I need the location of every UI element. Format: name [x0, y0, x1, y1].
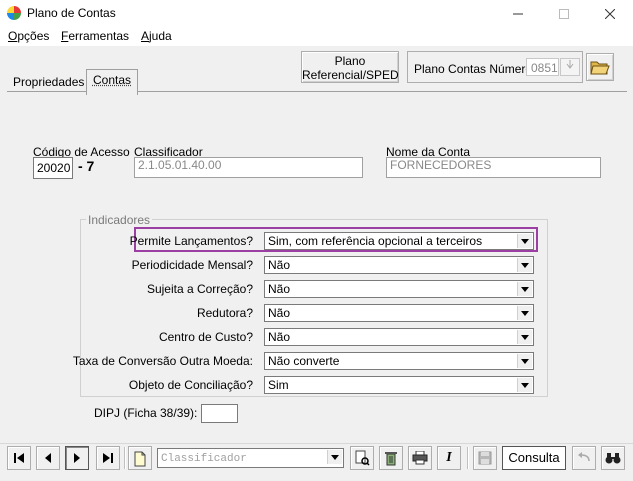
minimize-button[interactable]: [495, 0, 541, 27]
redutora-select[interactable]: Não: [264, 304, 534, 322]
classificador-search-placeholder: Classificador: [161, 453, 247, 465]
chevron-down-icon: [327, 450, 342, 464]
maximize-button[interactable]: [541, 0, 587, 27]
objeto-conciliacao-label: Objeto de Conciliação?: [128, 378, 253, 392]
undo-icon: [578, 452, 590, 462]
save-icon: [478, 451, 492, 465]
menu-ajuda[interactable]: Ajuda: [141, 29, 172, 43]
plano-referencial-button[interactable]: Plano Referencial/SPED: [301, 51, 399, 83]
redutora-value: Não: [268, 306, 291, 320]
info-button[interactable]: I: [437, 446, 461, 470]
objeto-conciliacao-value: Sim: [268, 378, 289, 392]
permite-lancamentos-select[interactable]: Sim, com referência opcional a terceiros: [264, 232, 534, 250]
classificador-search-select[interactable]: Classificador: [157, 448, 344, 468]
tab-contas[interactable]: Contas: [86, 69, 138, 95]
toolbar-separator: [124, 447, 126, 469]
centro-custo-value: Não: [268, 330, 291, 344]
find-document-icon: [355, 450, 370, 466]
tab-propriedades[interactable]: Propriedades: [13, 72, 84, 94]
redutora-label: Redutora?: [196, 306, 253, 320]
open-folder-icon: [590, 61, 610, 75]
next-icon: [74, 453, 80, 463]
previous-record-button[interactable]: [36, 446, 60, 470]
open-folder-button[interactable]: [586, 53, 614, 81]
taxa-conversao-label: Taxa de Conversão Outra Moeda:: [72, 354, 253, 368]
maximize-icon: [559, 9, 569, 19]
delete-button[interactable]: [379, 446, 403, 470]
print-button[interactable]: [408, 446, 432, 470]
search-list-button[interactable]: [350, 446, 374, 470]
trash-icon: [385, 452, 397, 466]
dipj-label: DIPJ (Ficha 38/39):: [94, 406, 198, 420]
chevron-down-icon: [517, 354, 532, 368]
close-icon: [604, 8, 616, 20]
tab-contas-label: Contas: [92, 73, 132, 87]
chevron-down-icon: [517, 258, 532, 272]
periodicidade-value: Não: [268, 258, 291, 272]
menu-ferramentas[interactable]: Ferramentas: [61, 29, 129, 43]
permite-lancamentos-label: Permite Lançamentos?: [129, 234, 253, 248]
previous-icon: [45, 453, 51, 463]
plano-ref-line1: Plano: [334, 54, 366, 68]
nome-conta-field[interactable]: FORNECEDORES: [386, 157, 601, 178]
permite-lancamentos-value: Sim, com referência opcional a terceiros: [268, 234, 483, 248]
codigo-digit: - 7: [78, 158, 95, 174]
close-button[interactable]: [587, 0, 633, 27]
arrow-down-icon: [566, 60, 574, 69]
periodicidade-select[interactable]: Não: [264, 256, 534, 274]
toolbar-separator: [467, 447, 469, 469]
minimize-icon: [513, 13, 523, 15]
last-record-button[interactable]: [96, 446, 120, 470]
taxa-conversao-value: Não converte: [268, 354, 340, 368]
window-title: Plano de Contas: [27, 6, 116, 20]
printer-icon: [412, 450, 428, 465]
save-button[interactable]: [473, 446, 497, 470]
consulta-button[interactable]: Consulta: [502, 446, 566, 470]
centro-custo-label: Centro de Custo?: [158, 330, 253, 344]
find-button[interactable]: [601, 446, 625, 470]
sujeita-correcao-value: Não: [268, 282, 291, 296]
menu-opcoes[interactable]: Opções: [8, 29, 49, 43]
new-record-button[interactable]: [128, 446, 152, 470]
plano-numero-field[interactable]: 0851: [526, 58, 559, 76]
periodicidade-label: Periodicidade Mensal?: [131, 258, 253, 272]
chevron-down-icon: [517, 306, 532, 320]
first-icon: [14, 453, 24, 463]
app-icon: [7, 6, 21, 20]
plano-ref-line2: Referencial/SPED: [302, 68, 399, 82]
nome-conta-value: FORNECEDORES: [390, 158, 492, 172]
plano-numero-arrow[interactable]: [560, 58, 580, 76]
sujeita-correcao-label: Sujeita a Correção?: [146, 282, 253, 296]
next-record-button[interactable]: [65, 446, 89, 470]
chevron-down-icon: [517, 282, 532, 296]
centro-custo-select[interactable]: Não: [264, 328, 534, 346]
objeto-conciliacao-select[interactable]: Sim: [264, 376, 534, 394]
undo-button[interactable]: [572, 446, 596, 470]
codigo-field[interactable]: 20020: [33, 157, 73, 179]
dipj-field[interactable]: [201, 404, 238, 423]
first-record-button[interactable]: [7, 446, 31, 470]
last-icon: [103, 453, 113, 463]
chevron-down-icon: [517, 234, 532, 248]
italic-i-icon: I: [446, 450, 452, 465]
taxa-conversao-select[interactable]: Não converte: [264, 352, 534, 370]
plano-numero-label: Plano Contas Número: [414, 62, 533, 76]
classificador-field[interactable]: 2.1.05.01.40.00: [134, 157, 363, 178]
new-document-icon: [134, 451, 146, 467]
classificador-value: 2.1.05.01.40.00: [138, 158, 222, 172]
binoculars-icon: [605, 453, 621, 464]
sujeita-correcao-select[interactable]: Não: [264, 280, 534, 298]
chevron-down-icon: [517, 330, 532, 344]
chevron-down-icon: [517, 378, 532, 392]
indicadores-title: Indicadores: [86, 213, 153, 227]
